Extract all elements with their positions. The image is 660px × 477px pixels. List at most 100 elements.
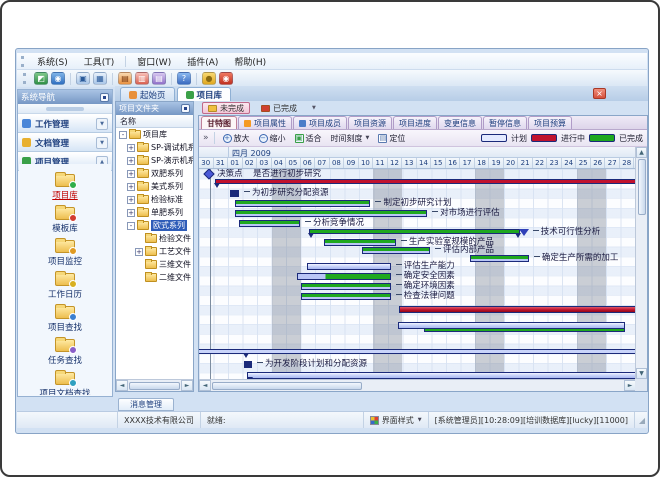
sidebar-item-project-search[interactable]: 项目查找 bbox=[48, 304, 82, 333]
gantt-milestone-triangle[interactable] bbox=[519, 229, 529, 236]
gantt-bar[interactable] bbox=[297, 273, 391, 280]
tree-item[interactable]: +工艺文件 bbox=[116, 245, 193, 258]
sidebar-collapse-handle[interactable] bbox=[18, 104, 112, 114]
fit-button[interactable]: ▣适合 bbox=[292, 132, 325, 145]
gantt-summary-collapsed[interactable] bbox=[230, 190, 239, 197]
tree-item[interactable]: +美式系列 bbox=[116, 180, 193, 193]
sidebar-item-project-monitor[interactable]: 项目监控 bbox=[48, 238, 82, 267]
tree-item[interactable]: 二维文件 bbox=[116, 271, 193, 284]
gantt-progress-stripe[interactable] bbox=[424, 328, 625, 332]
overflow-chevrons[interactable]: » bbox=[203, 133, 209, 143]
gantt-bar[interactable] bbox=[307, 263, 391, 270]
scrollbar-thumb[interactable] bbox=[638, 159, 646, 215]
menu-tools[interactable]: 工具(T) bbox=[76, 53, 123, 70]
ui-style-button[interactable]: 界面样式 ▼ bbox=[364, 412, 429, 428]
scroll-down-icon[interactable]: ▼ bbox=[636, 368, 647, 379]
connection-icon[interactable]: ◩ bbox=[34, 72, 48, 85]
sidebar-item-template-library[interactable]: 模板库 bbox=[52, 205, 78, 234]
tab-project-resources[interactable]: 项目资源 bbox=[348, 116, 392, 129]
expand-icon[interactable]: + bbox=[127, 157, 135, 165]
report-icon-2[interactable]: ▥ bbox=[135, 72, 149, 85]
message-management-tab[interactable]: 消息管理 bbox=[118, 398, 174, 411]
gantt-summary-collapsed[interactable] bbox=[244, 361, 252, 368]
drag-grip[interactable] bbox=[21, 56, 25, 67]
section-document-management[interactable]: 文档管理▼ bbox=[18, 133, 112, 152]
help-icon[interactable]: ? bbox=[177, 72, 191, 85]
scroll-right-icon[interactable]: ► bbox=[181, 380, 193, 391]
gantt-vscrollbar[interactable]: ▲ ▼ bbox=[635, 147, 647, 379]
scrollbar-thumb[interactable] bbox=[212, 382, 362, 390]
chevron-icon[interactable]: ▼ bbox=[96, 137, 108, 149]
gantt-bar[interactable] bbox=[301, 293, 391, 300]
tree-hscrollbar[interactable]: ◄ ► bbox=[116, 379, 193, 391]
expand-icon[interactable]: + bbox=[127, 183, 135, 191]
report-icon-1[interactable]: ▤ bbox=[118, 72, 132, 85]
scroll-left-icon[interactable]: ◄ bbox=[116, 380, 128, 391]
lock-icon[interactable]: ● bbox=[202, 72, 216, 85]
menu-system[interactable]: 系统(S) bbox=[29, 53, 76, 70]
section-work-management[interactable]: 工作管理▼ bbox=[18, 114, 112, 133]
sidebar-item-work-calendar[interactable]: 工作日历 bbox=[48, 271, 82, 300]
timescale-button[interactable]: 时间刻度▼ bbox=[328, 132, 373, 145]
cascade-windows-icon[interactable]: ▣ bbox=[76, 72, 90, 85]
expand-icon[interactable]: + bbox=[127, 144, 135, 152]
menu-plugins[interactable]: 插件(A) bbox=[179, 53, 226, 70]
close-tab-button[interactable]: × bbox=[593, 88, 606, 99]
tree-item[interactable]: +检验标准 bbox=[116, 193, 193, 206]
filter-finished[interactable]: 已完成 bbox=[255, 102, 303, 114]
scroll-left-icon[interactable]: ◄ bbox=[199, 380, 211, 391]
chevron-icon[interactable]: ▼ bbox=[96, 118, 108, 130]
tree-item[interactable]: 三维文件 bbox=[116, 258, 193, 271]
tree-item[interactable]: -项目库 bbox=[116, 128, 193, 141]
tab-pause-info[interactable]: 暂停信息 bbox=[483, 116, 527, 129]
pin-icon[interactable] bbox=[100, 93, 109, 102]
resize-grip[interactable]: ◢ bbox=[635, 416, 647, 425]
globe-icon[interactable]: ◉ bbox=[51, 72, 65, 85]
menu-window[interactable]: 窗口(W) bbox=[129, 53, 179, 70]
report-icon-3[interactable]: ▤ bbox=[152, 72, 166, 85]
sidebar-item-project-doc-search[interactable]: 项目文档查找 bbox=[39, 370, 90, 395]
drag-grip[interactable] bbox=[23, 73, 27, 84]
gantt-bar[interactable] bbox=[235, 210, 427, 217]
gantt-hscrollbar[interactable]: ◄ ► bbox=[199, 379, 636, 391]
expand-icon[interactable]: + bbox=[127, 209, 135, 217]
gantt-bar[interactable] bbox=[247, 372, 635, 379]
tree-item[interactable]: -欧式系列 bbox=[116, 219, 193, 232]
tab-project-progress[interactable]: 项目进度 bbox=[393, 116, 437, 129]
scrollbar-thumb[interactable] bbox=[129, 382, 180, 390]
expand-icon[interactable]: + bbox=[135, 248, 143, 256]
tree-item[interactable]: +单肥系列 bbox=[116, 206, 193, 219]
tree-column-header[interactable]: 名称 bbox=[116, 115, 193, 128]
tab-project-library[interactable]: 项目库 bbox=[177, 87, 232, 101]
tab-change-info[interactable]: 变更信息 bbox=[438, 116, 482, 129]
sidebar-item-project-library[interactable]: 项目库 bbox=[52, 172, 78, 201]
filter-unfinished[interactable]: 未完成 bbox=[202, 102, 250, 114]
power-icon[interactable]: ◉ bbox=[219, 72, 233, 85]
more-filters-icon[interactable]: ▼ bbox=[308, 103, 320, 113]
tree-item[interactable]: +双肥系列 bbox=[116, 167, 193, 180]
gantt-bar[interactable] bbox=[470, 255, 529, 262]
expand-icon[interactable]: + bbox=[127, 196, 135, 204]
tile-windows-icon[interactable]: ▦ bbox=[93, 72, 107, 85]
tree-item[interactable]: 检验文件 bbox=[116, 232, 193, 245]
scroll-up-icon[interactable]: ▲ bbox=[636, 147, 647, 158]
tab-gantt[interactable]: 甘特图 bbox=[201, 116, 237, 129]
tree-item[interactable]: +SP-调试机系 bbox=[116, 141, 193, 154]
gantt-milestone[interactable] bbox=[203, 169, 214, 180]
pin-icon[interactable] bbox=[181, 104, 190, 113]
expand-icon[interactable]: + bbox=[127, 170, 135, 178]
tree-item[interactable]: +SP-演示机系 bbox=[116, 154, 193, 167]
gantt-chart[interactable]: 决策点是否进行初步研究为初步研究分配资源制定初步研究计划对市场进行评估分析竞争情… bbox=[199, 169, 635, 379]
gantt-bar[interactable] bbox=[362, 247, 430, 254]
menu-help[interactable]: 帮助(H) bbox=[226, 53, 274, 70]
gantt-bar[interactable] bbox=[235, 200, 370, 207]
gantt-summary-bar[interactable] bbox=[215, 179, 635, 184]
gantt-summary-bar[interactable] bbox=[199, 349, 635, 354]
gantt-bar[interactable] bbox=[301, 283, 391, 290]
zoom-in-button[interactable]: +放大 bbox=[220, 132, 253, 145]
tab-project-members[interactable]: 项目成员 bbox=[293, 116, 347, 129]
gantt-bar[interactable] bbox=[324, 239, 396, 246]
collapse-icon[interactable]: - bbox=[119, 131, 127, 139]
gantt-bar[interactable] bbox=[239, 220, 300, 227]
gantt-bar[interactable] bbox=[399, 306, 635, 313]
